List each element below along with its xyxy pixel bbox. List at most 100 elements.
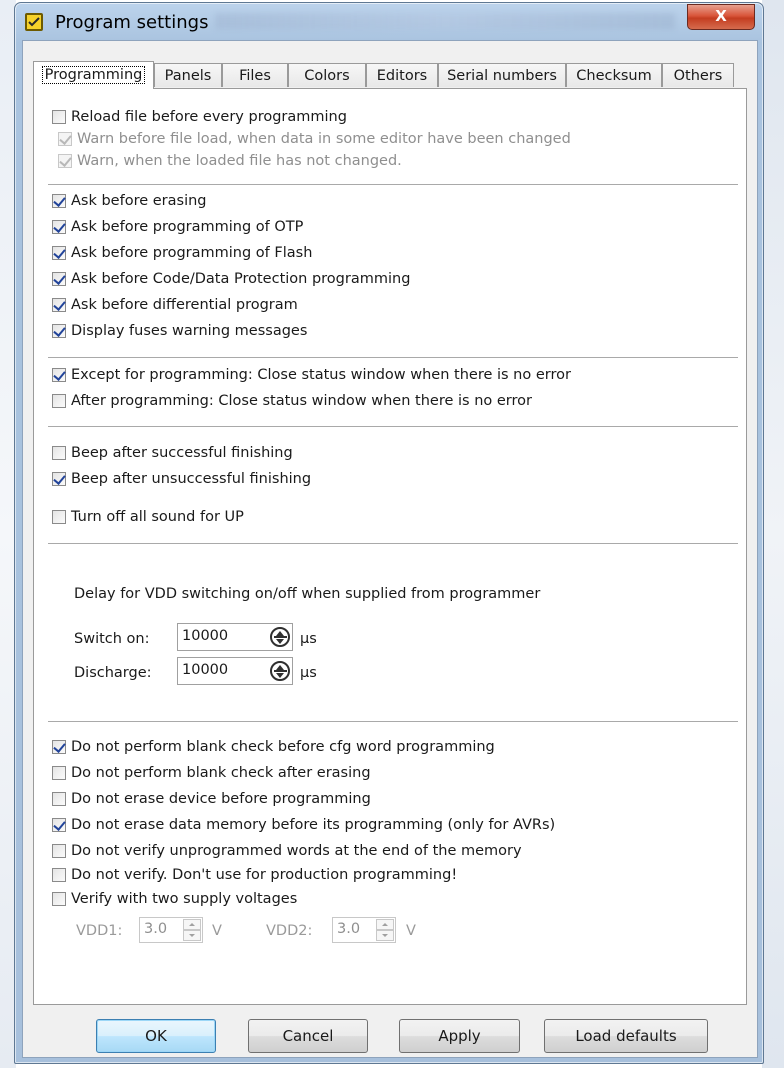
checkbox-icon — [52, 194, 66, 208]
checkbox-label: Ask before programming of Flash — [71, 245, 313, 261]
checkbox-label: Warn before file load, when data in some… — [77, 131, 571, 147]
checkbox-icon — [52, 510, 66, 524]
checkbox-label: Beep after unsuccessful finishing — [71, 471, 312, 487]
no-erase-data-memory-checkbox[interactable]: Do not erase data memory before its prog… — [52, 817, 555, 833]
reload-file-checkbox[interactable]: Reload file before every programming — [52, 109, 347, 125]
tab-checksum[interactable]: Checksum — [566, 63, 662, 87]
tab-serial-numbers[interactable]: Serial numbers — [438, 63, 566, 87]
checkbox-icon — [52, 818, 66, 832]
checkbox-icon — [52, 220, 66, 234]
vdd2-unit: V — [406, 923, 416, 939]
discharge-spinbox[interactable]: 10000 — [177, 657, 293, 685]
checkbox-icon — [52, 272, 66, 286]
ok-button[interactable]: OK — [96, 1019, 216, 1053]
checkbox-label: Do not perform blank check after erasing — [71, 765, 371, 781]
verify-two-voltages-checkbox[interactable]: Verify with two supply voltages — [52, 891, 297, 907]
checkbox-label: Do not erase device before programming — [71, 791, 371, 807]
apply-button[interactable]: Apply — [399, 1019, 520, 1053]
no-blank-check-cfg-checkbox[interactable]: Do not perform blank check before cfg wo… — [52, 739, 495, 755]
spin-up-icon[interactable] — [183, 919, 201, 930]
no-verify-unprogrammed-checkbox[interactable]: Do not verify unprogrammed words at the … — [52, 843, 522, 859]
tab-colors[interactable]: Colors — [288, 63, 366, 87]
tab-others[interactable]: Others — [662, 63, 734, 87]
switch-on-spinbox[interactable]: 10000 — [177, 623, 293, 651]
checkbox-icon — [52, 368, 66, 382]
dialog-client-area: Programming Panels Files Colors Editors … — [22, 40, 758, 1058]
checkbox-label: Ask before differential program — [71, 297, 298, 313]
cancel-button[interactable]: Cancel — [248, 1019, 368, 1053]
vdd2-value: 3.0 — [337, 921, 361, 937]
beep-unsuccessful-checkbox[interactable]: Beep after unsuccessful finishing — [52, 471, 311, 487]
no-erase-device-checkbox[interactable]: Do not erase device before programming — [52, 791, 371, 807]
checkbox-icon — [52, 766, 66, 780]
separator — [48, 184, 738, 186]
background-window — [762, 0, 784, 1068]
checkbox-icon — [52, 472, 66, 486]
checkbox-icon — [52, 298, 66, 312]
separator — [48, 543, 738, 545]
discharge-value: 10000 — [182, 662, 229, 678]
checkbox-label: After programming: Close status window w… — [71, 393, 532, 409]
spin-divider — [274, 636, 287, 638]
ask-before-differential-checkbox[interactable]: Ask before differential program — [52, 297, 298, 313]
warn-changed-checkbox[interactable]: Warn before file load, when data in some… — [58, 131, 571, 147]
spin-divider — [274, 670, 287, 672]
checkbox-label: Reload file before every programming — [71, 109, 347, 125]
checkbox-icon — [52, 844, 66, 858]
tab-panels[interactable]: Panels — [154, 63, 222, 87]
tab-files[interactable]: Files — [222, 63, 288, 87]
turn-off-sound-checkbox[interactable]: Turn off all sound for UP — [52, 509, 244, 525]
vdd2-label: VDD2: — [266, 923, 313, 939]
no-blank-check-erase-checkbox[interactable]: Do not perform blank check after erasing — [52, 765, 371, 781]
no-verify-checkbox[interactable]: Do not verify. Don't use for production … — [52, 867, 457, 883]
warn-unchanged-checkbox[interactable]: Warn, when the loaded file has not chang… — [58, 153, 402, 169]
close-button[interactable]: X — [687, 4, 755, 30]
discharge-label: Discharge: — [74, 665, 152, 681]
checkbox-icon — [58, 154, 72, 168]
separator — [48, 721, 738, 723]
vdd-delay-heading: Delay for VDD switching on/off when supp… — [74, 586, 541, 602]
vdd1-unit: V — [212, 923, 222, 939]
vdd2-spinbox[interactable]: 3.0 — [332, 917, 396, 943]
checkbox-icon — [58, 132, 72, 146]
checkbox-label: Do not erase data memory before its prog… — [71, 817, 556, 833]
checkbox-icon — [52, 446, 66, 460]
checkbox-icon — [52, 868, 66, 882]
checkbox-icon — [52, 892, 66, 906]
switch-on-value: 10000 — [182, 628, 229, 644]
tab-editors[interactable]: Editors — [366, 63, 438, 87]
ask-before-otp-checkbox[interactable]: Ask before programming of OTP — [52, 219, 303, 235]
load-defaults-button[interactable]: Load defaults — [544, 1019, 708, 1053]
spin-up-icon[interactable] — [376, 919, 394, 930]
checkbox-icon — [52, 246, 66, 260]
vdd1-value: 3.0 — [144, 921, 168, 937]
switch-on-label: Switch on: — [74, 631, 150, 647]
close-status-after-checkbox[interactable]: After programming: Close status window w… — [52, 393, 532, 409]
checkbox-label: Turn off all sound for UP — [71, 509, 244, 525]
checkbox-label: Verify with two supply voltages — [71, 891, 298, 907]
title-bar-blur — [215, 13, 675, 29]
discharge-unit: μs — [300, 665, 317, 681]
title-bar[interactable]: Program settings X — [15, 3, 763, 41]
checkbox-label: Warn, when the loaded file has not chang… — [77, 153, 402, 169]
vdd1-label: VDD1: — [76, 923, 123, 939]
checkbox-label: Do not verify. Don't use for production … — [71, 867, 458, 883]
spin-down-icon[interactable] — [376, 930, 394, 941]
ask-before-protection-checkbox[interactable]: Ask before Code/Data Protection programm… — [52, 271, 410, 287]
app-checklist-icon — [25, 13, 43, 31]
tab-programming[interactable]: Programming — [33, 61, 154, 89]
checkbox-icon — [52, 740, 66, 754]
program-settings-dialog: Program settings X Programming Panels Fi… — [14, 2, 764, 1064]
vdd1-spinbox[interactable]: 3.0 — [139, 917, 203, 943]
checkbox-label: Except for programming: Close status win… — [71, 367, 571, 383]
ask-before-erasing-checkbox[interactable]: Ask before erasing — [52, 193, 207, 209]
checkbox-label: Ask before Code/Data Protection programm… — [71, 271, 411, 287]
checkbox-icon — [52, 110, 66, 124]
ask-before-flash-checkbox[interactable]: Ask before programming of Flash — [52, 245, 312, 261]
programming-panel: Reload file before every programming War… — [33, 88, 747, 1005]
display-fuses-warning-checkbox[interactable]: Display fuses warning messages — [52, 323, 307, 339]
beep-successful-checkbox[interactable]: Beep after successful finishing — [52, 445, 293, 461]
spin-down-icon[interactable] — [183, 930, 201, 941]
close-status-except-checkbox[interactable]: Except for programming: Close status win… — [52, 367, 571, 383]
checkbox-label: Do not perform blank check before cfg wo… — [71, 739, 495, 755]
